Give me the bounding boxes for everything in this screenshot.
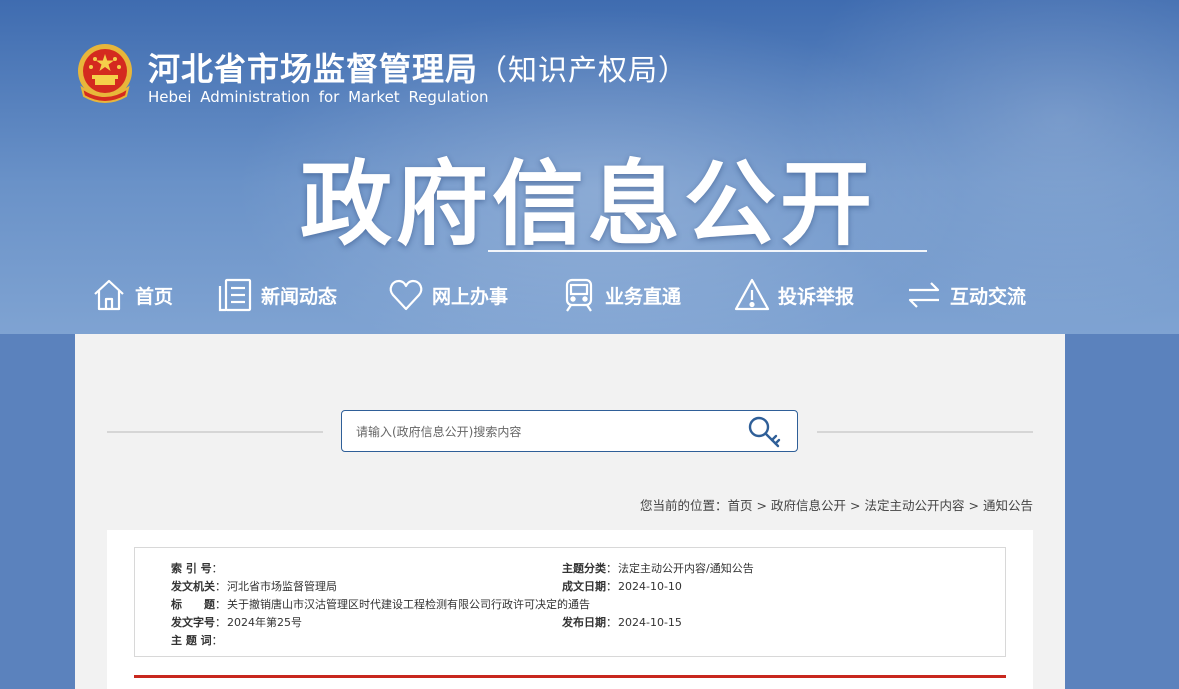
nav-item-business[interactable]: 业务直通 bbox=[561, 270, 681, 320]
breadcrumb-separator: > bbox=[968, 498, 979, 513]
search-box bbox=[341, 410, 798, 452]
breadcrumb-separator: > bbox=[756, 498, 767, 513]
breadcrumb-statutory[interactable]: 法定主动公开内容 bbox=[864, 498, 964, 513]
meta-value: 2024年第25号 bbox=[227, 616, 302, 629]
document-metadata-table: 索 引 号： 主题分类：法定主动公开内容/通知公告 发文机关：河北省市场监督管理… bbox=[134, 547, 1006, 657]
breadcrumb-separator: > bbox=[850, 498, 861, 513]
meta-date-created: 成文日期：2024-10-10 bbox=[562, 580, 682, 593]
search-input[interactable] bbox=[356, 422, 736, 442]
meta-doc-no: 发文字号：2024年第25号 bbox=[171, 616, 302, 629]
meta-keywords: 主 题 词： bbox=[171, 634, 223, 647]
document-card: 索 引 号： 主题分类：法定主动公开内容/通知公告 发文机关：河北省市场监督管理… bbox=[107, 530, 1033, 689]
heart-icon bbox=[389, 279, 423, 311]
banner-underline bbox=[488, 250, 927, 252]
site-title-main: 河北省市场监督管理局 bbox=[148, 50, 479, 88]
meta-value: 河北省市场监督管理局 bbox=[227, 580, 337, 593]
meta-label: 主题分类 bbox=[562, 562, 606, 575]
search-divider-right bbox=[817, 431, 1033, 433]
site-title: 河北省市场监督管理局（知识产权局） bbox=[148, 44, 688, 90]
meta-index-no: 索 引 号： bbox=[171, 562, 223, 575]
main-nav: 首页 新闻动态 网上办事 业务直通 投诉举报 互动交流 bbox=[85, 270, 1045, 320]
breadcrumb-home[interactable]: 首页 bbox=[727, 498, 752, 513]
nav-label: 首页 bbox=[135, 285, 174, 308]
meta-label: 发文字号 bbox=[171, 616, 215, 629]
breadcrumb-notices[interactable]: 通知公告 bbox=[983, 498, 1033, 513]
meta-label: 索 引 号 bbox=[171, 562, 212, 575]
nav-item-news[interactable]: 新闻动态 bbox=[217, 270, 337, 320]
banner-title: 政府信息公开 bbox=[300, 151, 877, 258]
meta-label: 主 题 词 bbox=[171, 634, 212, 647]
meta-label: 成文日期 bbox=[562, 580, 606, 593]
warning-icon bbox=[734, 278, 770, 311]
nav-item-interaction[interactable]: 互动交流 bbox=[906, 270, 1026, 320]
news-icon bbox=[218, 278, 252, 312]
nav-label: 新闻动态 bbox=[261, 285, 338, 308]
nav-label: 业务直通 bbox=[605, 285, 682, 308]
nav-item-online-service[interactable]: 网上办事 bbox=[388, 270, 508, 320]
site-title-suffix: （知识产权局） bbox=[478, 53, 689, 87]
nav-item-complaint[interactable]: 投诉举报 bbox=[734, 270, 854, 320]
nav-label: 网上办事 bbox=[432, 285, 509, 308]
search-key-icon[interactable] bbox=[747, 415, 783, 449]
main-content: 您当前的位置：首页>政府信息公开>法定主动公开内容>通知公告 索 引 号： 主题… bbox=[75, 334, 1065, 689]
breadcrumb: 您当前的位置：首页 > 政府信息公开 > 法定主动公开内容 > 通知公告 bbox=[640, 495, 1033, 514]
meta-label: 发布日期 bbox=[562, 616, 606, 629]
meta-value: 2024-10-15 bbox=[618, 616, 682, 629]
national-emblem-icon bbox=[78, 44, 132, 103]
nav-item-home[interactable]: 首页 bbox=[91, 270, 173, 320]
document-title-divider bbox=[134, 675, 1006, 678]
meta-date-published: 发布日期：2024-10-15 bbox=[562, 616, 682, 629]
site-english-name: Hebei Administration for Market Regulati… bbox=[148, 88, 489, 106]
meta-label: 发文机关 bbox=[171, 580, 215, 593]
exchange-icon bbox=[908, 282, 940, 308]
breadcrumb-gov-info[interactable]: 政府信息公开 bbox=[771, 498, 846, 513]
meta-value: 法定主动公开内容/通知公告 bbox=[618, 562, 754, 575]
meta-value: 关于撤销唐山市汉沽管理区时代建设工程检测有限公司行政许可决定的通告 bbox=[227, 598, 590, 611]
breadcrumb-prefix: 您当前的位置： bbox=[639, 498, 728, 513]
nav-label: 互动交流 bbox=[950, 285, 1027, 308]
meta-category: 主题分类：法定主动公开内容/通知公告 bbox=[562, 562, 754, 575]
meta-value: 2024-10-10 bbox=[618, 580, 682, 593]
home-icon bbox=[94, 279, 124, 311]
header-banner: 河北省市场监督管理局（知识产权局） Hebei Administration f… bbox=[0, 0, 1179, 334]
meta-title: 标 题：关于撤销唐山市汉沽管理区时代建设工程检测有限公司行政许可决定的通告 bbox=[171, 598, 590, 611]
meta-issuer: 发文机关：河北省市场监督管理局 bbox=[171, 580, 337, 593]
search-divider-left bbox=[107, 431, 323, 433]
nav-label: 投诉举报 bbox=[778, 285, 855, 308]
train-icon bbox=[565, 278, 593, 312]
meta-label: 标 题 bbox=[171, 598, 215, 611]
